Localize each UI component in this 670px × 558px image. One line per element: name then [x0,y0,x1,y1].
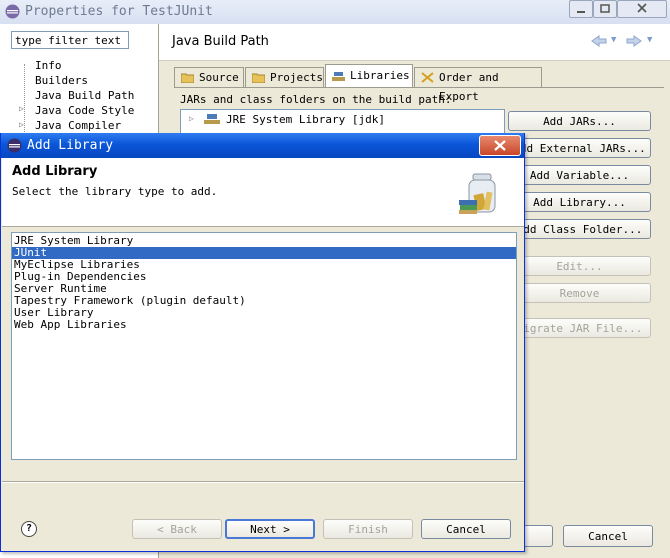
library-jar-icon [459,173,496,214]
page-header: Java Build Path ▼ ▼ [159,24,670,61]
list-item[interactable]: JRE System Library [12,235,516,247]
dialog-title-bar[interactable]: Add Library [1,133,524,158]
finish-button[interactable]: Finish [323,519,413,539]
source-folder-icon [181,73,194,83]
tab-order-and-export[interactable]: Order and Export [414,67,542,103]
project-folder-icon [252,73,265,83]
tab-projects[interactable]: Projects [245,67,324,87]
expand-arrow-icon[interactable]: ▷ [189,114,194,123]
build-path-label: JARs and class folders on the build path… [180,93,452,106]
tree-item-java-code-style[interactable]: Java Code Style [35,104,134,117]
dialog-heading: Add Library [12,164,98,179]
close-icon [494,140,506,151]
expand-arrow-icon[interactable]: ▷ [19,104,24,113]
properties-title: Properties for TestJUnit [25,4,213,19]
add-external-jars-button[interactable]: Add External JARs... [508,138,651,158]
restore-icon [600,4,610,13]
dialog-separator [2,481,524,483]
remove-button[interactable]: Remove [508,283,651,303]
tree-item-builders[interactable]: Builders [35,74,88,87]
close-window-button[interactable] [617,0,667,18]
add-class-folder-button[interactable]: Add Class Folder... [508,219,651,239]
filter-input[interactable] [11,31,129,49]
add-library-dialog: Add Library Add Library Select the libra… [0,133,525,552]
help-icon: ? [25,523,33,534]
tab-libraries[interactable]: Libraries [325,64,413,88]
edit-button[interactable]: Edit... [508,256,651,276]
maximize-button[interactable] [593,0,617,18]
close-icon [637,3,647,13]
library-icon [204,114,220,124]
build-path-entry[interactable]: JRE System Library [jdk] [226,113,385,126]
page-title: Java Build Path [172,34,269,49]
list-item[interactable]: Web App Libraries [12,319,516,331]
eclipse-logo-icon [5,4,20,19]
tab-label: Source [199,71,239,84]
tree-item-java-compiler[interactable]: Java Compiler [35,119,121,132]
back-button[interactable]: < Back [132,519,222,539]
order-export-icon [421,72,434,83]
chevron-down-icon[interactable]: ▼ [611,35,616,45]
tab-label: Libraries [350,69,410,82]
dialog-close-button[interactable] [479,135,521,156]
tab-source[interactable]: Source [174,67,244,87]
dialog-title: Add Library [27,138,114,153]
add-variable-button[interactable]: Add Variable... [508,165,651,185]
minimize-icon [577,11,585,13]
add-jars-button[interactable]: Add JARs... [508,111,651,131]
tree-item-info[interactable]: Info [35,59,62,72]
libraries-icon [332,72,345,81]
tree-item-java-build-path[interactable]: Java Build Path [35,89,134,102]
dialog-description: Select the library type to add. [12,185,218,198]
cancel-button[interactable]: Cancel [421,519,511,539]
next-button[interactable]: Next > [225,519,315,539]
forward-arrow-icon[interactable] [626,35,642,47]
tab-label: Projects [270,71,323,84]
migrate-jar-file-button[interactable]: Migrate JAR File... [508,318,651,338]
expand-arrow-icon[interactable]: ▷ [19,120,24,129]
add-library-button[interactable]: Add Library... [508,192,651,212]
properties-title-bar[interactable]: Properties for TestJUnit [0,0,670,24]
properties-cancel-button[interactable]: Cancel [563,525,653,547]
dialog-header: Add Library Select the library type to a… [2,158,524,227]
chevron-down-icon[interactable]: ▼ [647,35,652,45]
library-type-list[interactable]: JRE System Library JUnit MyEclipse Libra… [11,232,517,460]
eclipse-logo-icon [7,138,22,153]
help-button[interactable]: ? [21,521,37,537]
minimize-button[interactable] [569,0,593,18]
back-arrow-icon[interactable] [591,35,607,47]
tree-lines [24,64,35,134]
